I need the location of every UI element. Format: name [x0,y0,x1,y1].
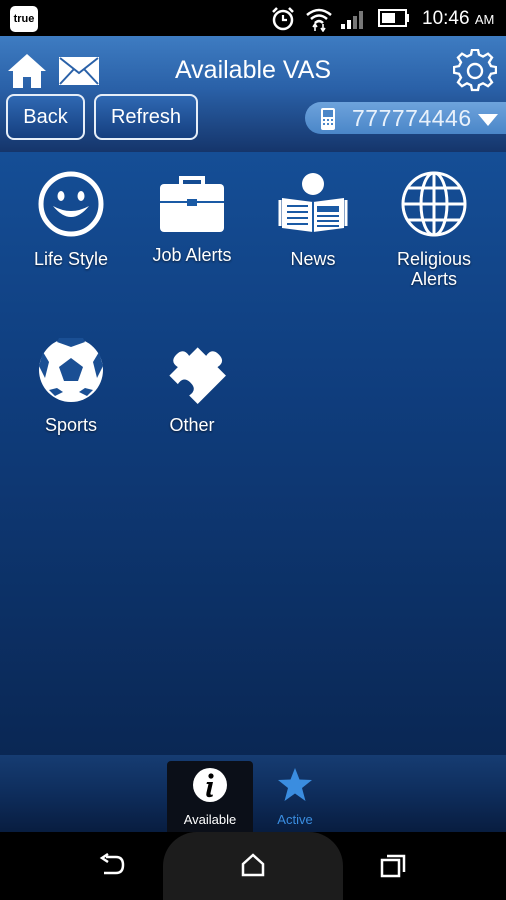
clock: 10:46 AM [422,8,494,30]
nav-recents-icon[interactable] [380,854,406,883]
alarm-clock-icon [270,6,296,37]
service-tile-sports[interactable]: Sports [11,336,131,435]
service-tile-other[interactable]: Other [132,336,252,435]
bottom-tab-bar: Available Active [0,755,506,832]
services-grid: Life Style Job Alerts News Religious Ale… [0,152,506,755]
refresh-button[interactable]: Refresh [94,94,198,140]
battery-icon [378,9,410,32]
tab-active[interactable]: Active [252,761,338,832]
star-icon [252,767,338,808]
nav-home-icon[interactable] [241,853,265,882]
nav-back-icon[interactable] [98,852,126,882]
mobile-phone-icon [320,107,336,136]
tab-label: Active [277,812,313,827]
puzzle-piece-icon [132,336,252,409]
tile-label: News [290,249,336,269]
service-tile-religious-alerts[interactable]: Religious Alerts [374,170,494,289]
briefcase-icon [132,174,252,239]
tile-label: Job Alerts [152,245,232,265]
tile-label: Life Style [33,249,109,269]
smiley-icon [11,170,131,243]
tile-label: Sports [44,415,98,435]
header: Available VAS Back Refresh 777774446 [0,36,506,152]
service-tile-job-alerts[interactable]: Job Alerts [132,174,252,265]
status-bar: true 10:46 AM [0,0,506,36]
settings-gear-icon[interactable] [452,48,498,98]
newspaper-reader-icon [253,170,373,243]
page-title: Available VAS [174,56,332,84]
globe-icon [374,170,494,243]
soccer-ball-icon [11,336,131,409]
clock-time: 10:46 [422,8,470,29]
back-button[interactable]: Back [6,94,85,140]
signal-strength-icon [340,8,368,35]
service-tile-news[interactable]: News [253,170,373,269]
service-tile-life-style[interactable]: Life Style [11,170,131,269]
system-nav-bar [0,832,506,900]
carrier-logo: true [10,6,38,32]
info-icon [167,767,253,808]
tab-available[interactable]: Available [167,761,253,832]
dropdown-triangle-icon [477,113,499,132]
wifi-icon [305,6,333,37]
tile-label: Religious Alerts [396,249,472,289]
tile-label: Other [169,415,215,435]
phone-number: 777774446 [352,105,472,131]
clock-ampm: AM [474,12,495,27]
tab-label: Available [183,812,237,827]
phone-number-selector[interactable]: 777774446 [305,102,506,134]
